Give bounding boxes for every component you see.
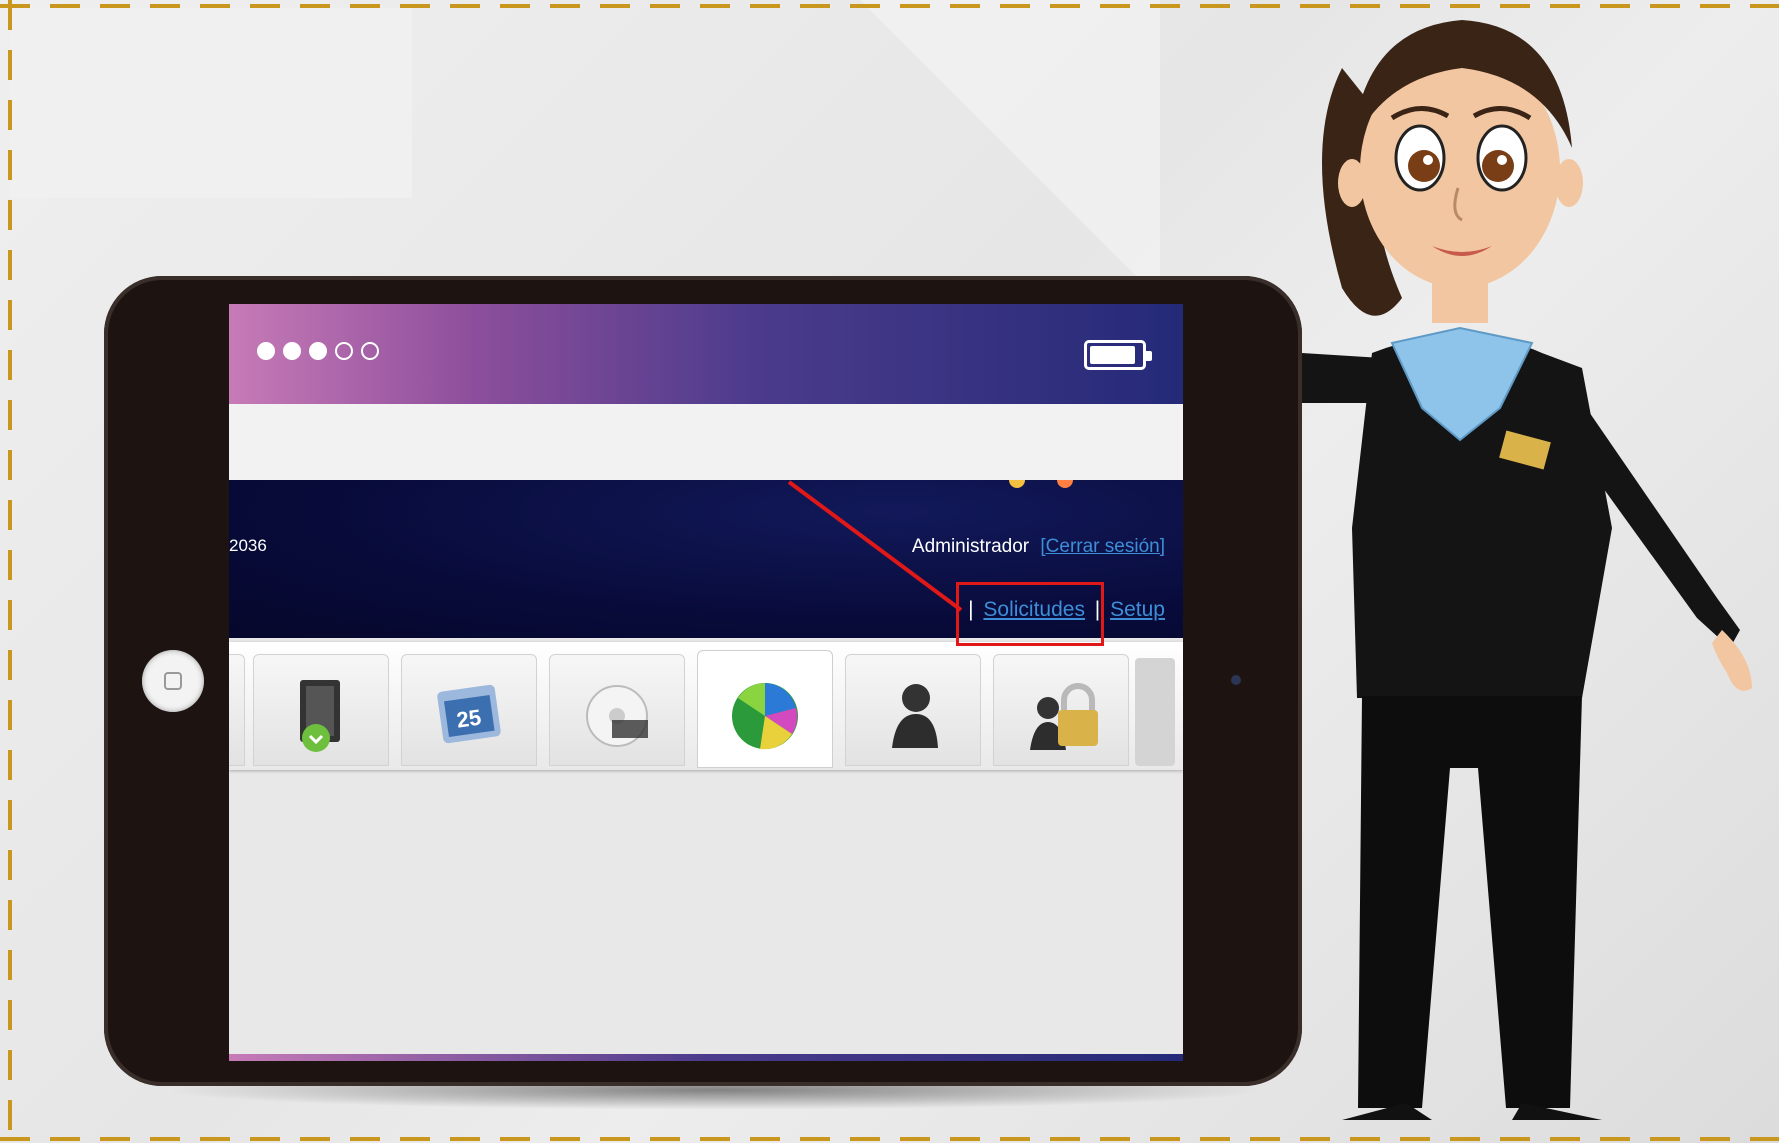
highlight-box (956, 582, 1104, 646)
eye-shine-left (1423, 155, 1433, 165)
eye-shine-right (1497, 155, 1507, 165)
ear-right (1555, 159, 1583, 207)
pupil-right (1482, 150, 1514, 182)
frame-border-left (8, 0, 12, 1143)
screen-bottom-bar (229, 1054, 1183, 1061)
home-button[interactable] (142, 650, 204, 712)
ear-left (1338, 159, 1366, 207)
annotation-arrow-line (787, 480, 963, 612)
background-shard (860, 0, 1160, 300)
arm-left (1302, 353, 1382, 403)
background-panel (10, 8, 412, 198)
presenter-character (1302, 20, 1752, 1120)
pupil-left (1408, 150, 1440, 182)
tablet-screen: 2036 Administrador [Cerrar sesión] | Sol… (229, 304, 1183, 1061)
tablet-device: 2036 Administrador [Cerrar sesión] | Sol… (104, 276, 1302, 1086)
home-square-icon (164, 672, 182, 690)
annotation-arrow (787, 480, 963, 612)
camera-icon (1231, 675, 1241, 685)
legs (1358, 696, 1582, 1108)
